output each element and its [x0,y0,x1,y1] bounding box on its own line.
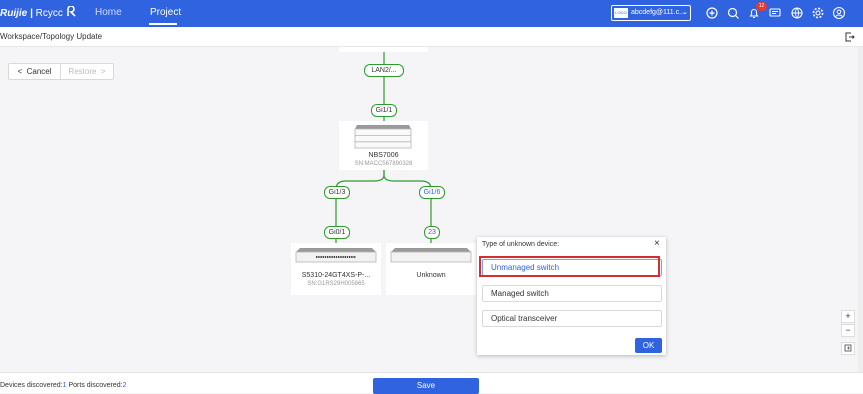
upstream-device-card[interactable] [339,47,428,52]
restore-button[interactable]: Restore > [61,64,113,79]
port-label-access-right[interactable]: 23 [424,226,440,239]
globe-icon[interactable] [790,6,804,20]
gear-icon[interactable] [811,6,825,20]
selection-highlight [479,256,660,277]
nav-home[interactable]: Home [95,7,122,18]
search-icon[interactable] [726,6,740,20]
device-name: NBS7006 [368,152,399,159]
chevron-right-icon: > [96,67,106,76]
core-switch-icon [354,125,412,149]
access-switch-icon [295,248,377,263]
nav-project[interactable]: Project [150,7,181,18]
discovery-summary: Devices discovered:1 Ports discovered:2 [0,382,127,389]
ok-button[interactable]: OK [635,338,662,353]
zoom-in-button[interactable]: + [841,310,855,323]
brand-sub: Rcycc [35,8,63,19]
devices-count[interactable]: 1 [63,382,67,389]
top-navigation-bar: Ruijie | Rcycc Home Project LOGO abcdefg… [0,0,863,27]
devices-label: Devices discovered: [0,382,63,389]
chevron-down-icon: ⌄ [682,9,688,16]
port-label-core-right[interactable]: Gi1/6 [419,186,445,199]
cancel-label: Cancel [26,67,52,76]
port-label-access-left[interactable]: Gi0/1 [324,226,350,239]
device-card-access[interactable]: S5310-24GT4XS-P-... SN:G1RS29H005865 [291,243,381,295]
add-icon[interactable] [705,6,719,20]
topology-canvas[interactable]: LAN2/... Gi1/1 NBS7006 SN:MACC567890328 … [0,47,863,372]
unknown-device-icon [390,248,472,263]
edit-actions: < Cancel Restore > [8,63,114,80]
fit-view-button[interactable] [841,342,855,355]
account-email: abcdefg@111.c... [631,9,685,16]
ports-label: Ports discovered: [68,382,123,389]
fit-view-icon [844,344,851,352]
dialog-title: Type of unknown device: [482,241,560,248]
nav-active-indicator [149,23,177,25]
device-sn: SN:MACC567890328 [354,161,413,167]
option-managed-switch[interactable]: Managed switch [482,285,662,302]
restore-label: Restore [68,67,97,76]
device-card-unknown[interactable]: Unknown [386,243,476,295]
port-label-core-left[interactable]: Gi1/3 [324,186,350,199]
brand-logo[interactable]: Ruijie | Rcycc [0,5,78,19]
close-icon[interactable]: × [654,239,660,249]
vertical-scrollbar[interactable] [858,47,863,372]
port-label-core-uplink[interactable]: Gi1/1 [371,104,397,117]
user-icon[interactable] [832,6,846,20]
device-name: Unknown [416,272,446,279]
brand-name: Ruijie [0,8,28,19]
breadcrumb-bar: Workspace/Topology Update [0,27,863,47]
option-optical-transceiver[interactable]: Optical transceiver [482,310,662,327]
chevron-left-icon: < [17,67,27,76]
account-selector[interactable]: LOGO abcdefg@111.c... ⌄ [611,5,691,21]
brand-mark-icon [66,5,76,17]
ports-count[interactable]: 2 [123,382,127,389]
device-sn: SN:G1RS29H005865 [307,281,365,287]
cancel-button[interactable]: < Cancel [9,64,61,79]
port-label-lan[interactable]: LAN2/... [364,64,404,77]
breadcrumb: Workspace/Topology Update [0,32,103,41]
message-icon[interactable] [768,6,782,20]
account-logo: LOGO [614,8,628,18]
notification-badge: 12 [756,2,767,11]
device-card-core[interactable]: NBS7006 SN:MACC567890328 [339,121,428,170]
topology-links [335,47,432,244]
device-name: S5310-24GT4XS-P-... [301,272,371,279]
zoom-out-button[interactable]: − [841,324,855,337]
exit-icon[interactable] [845,32,855,42]
